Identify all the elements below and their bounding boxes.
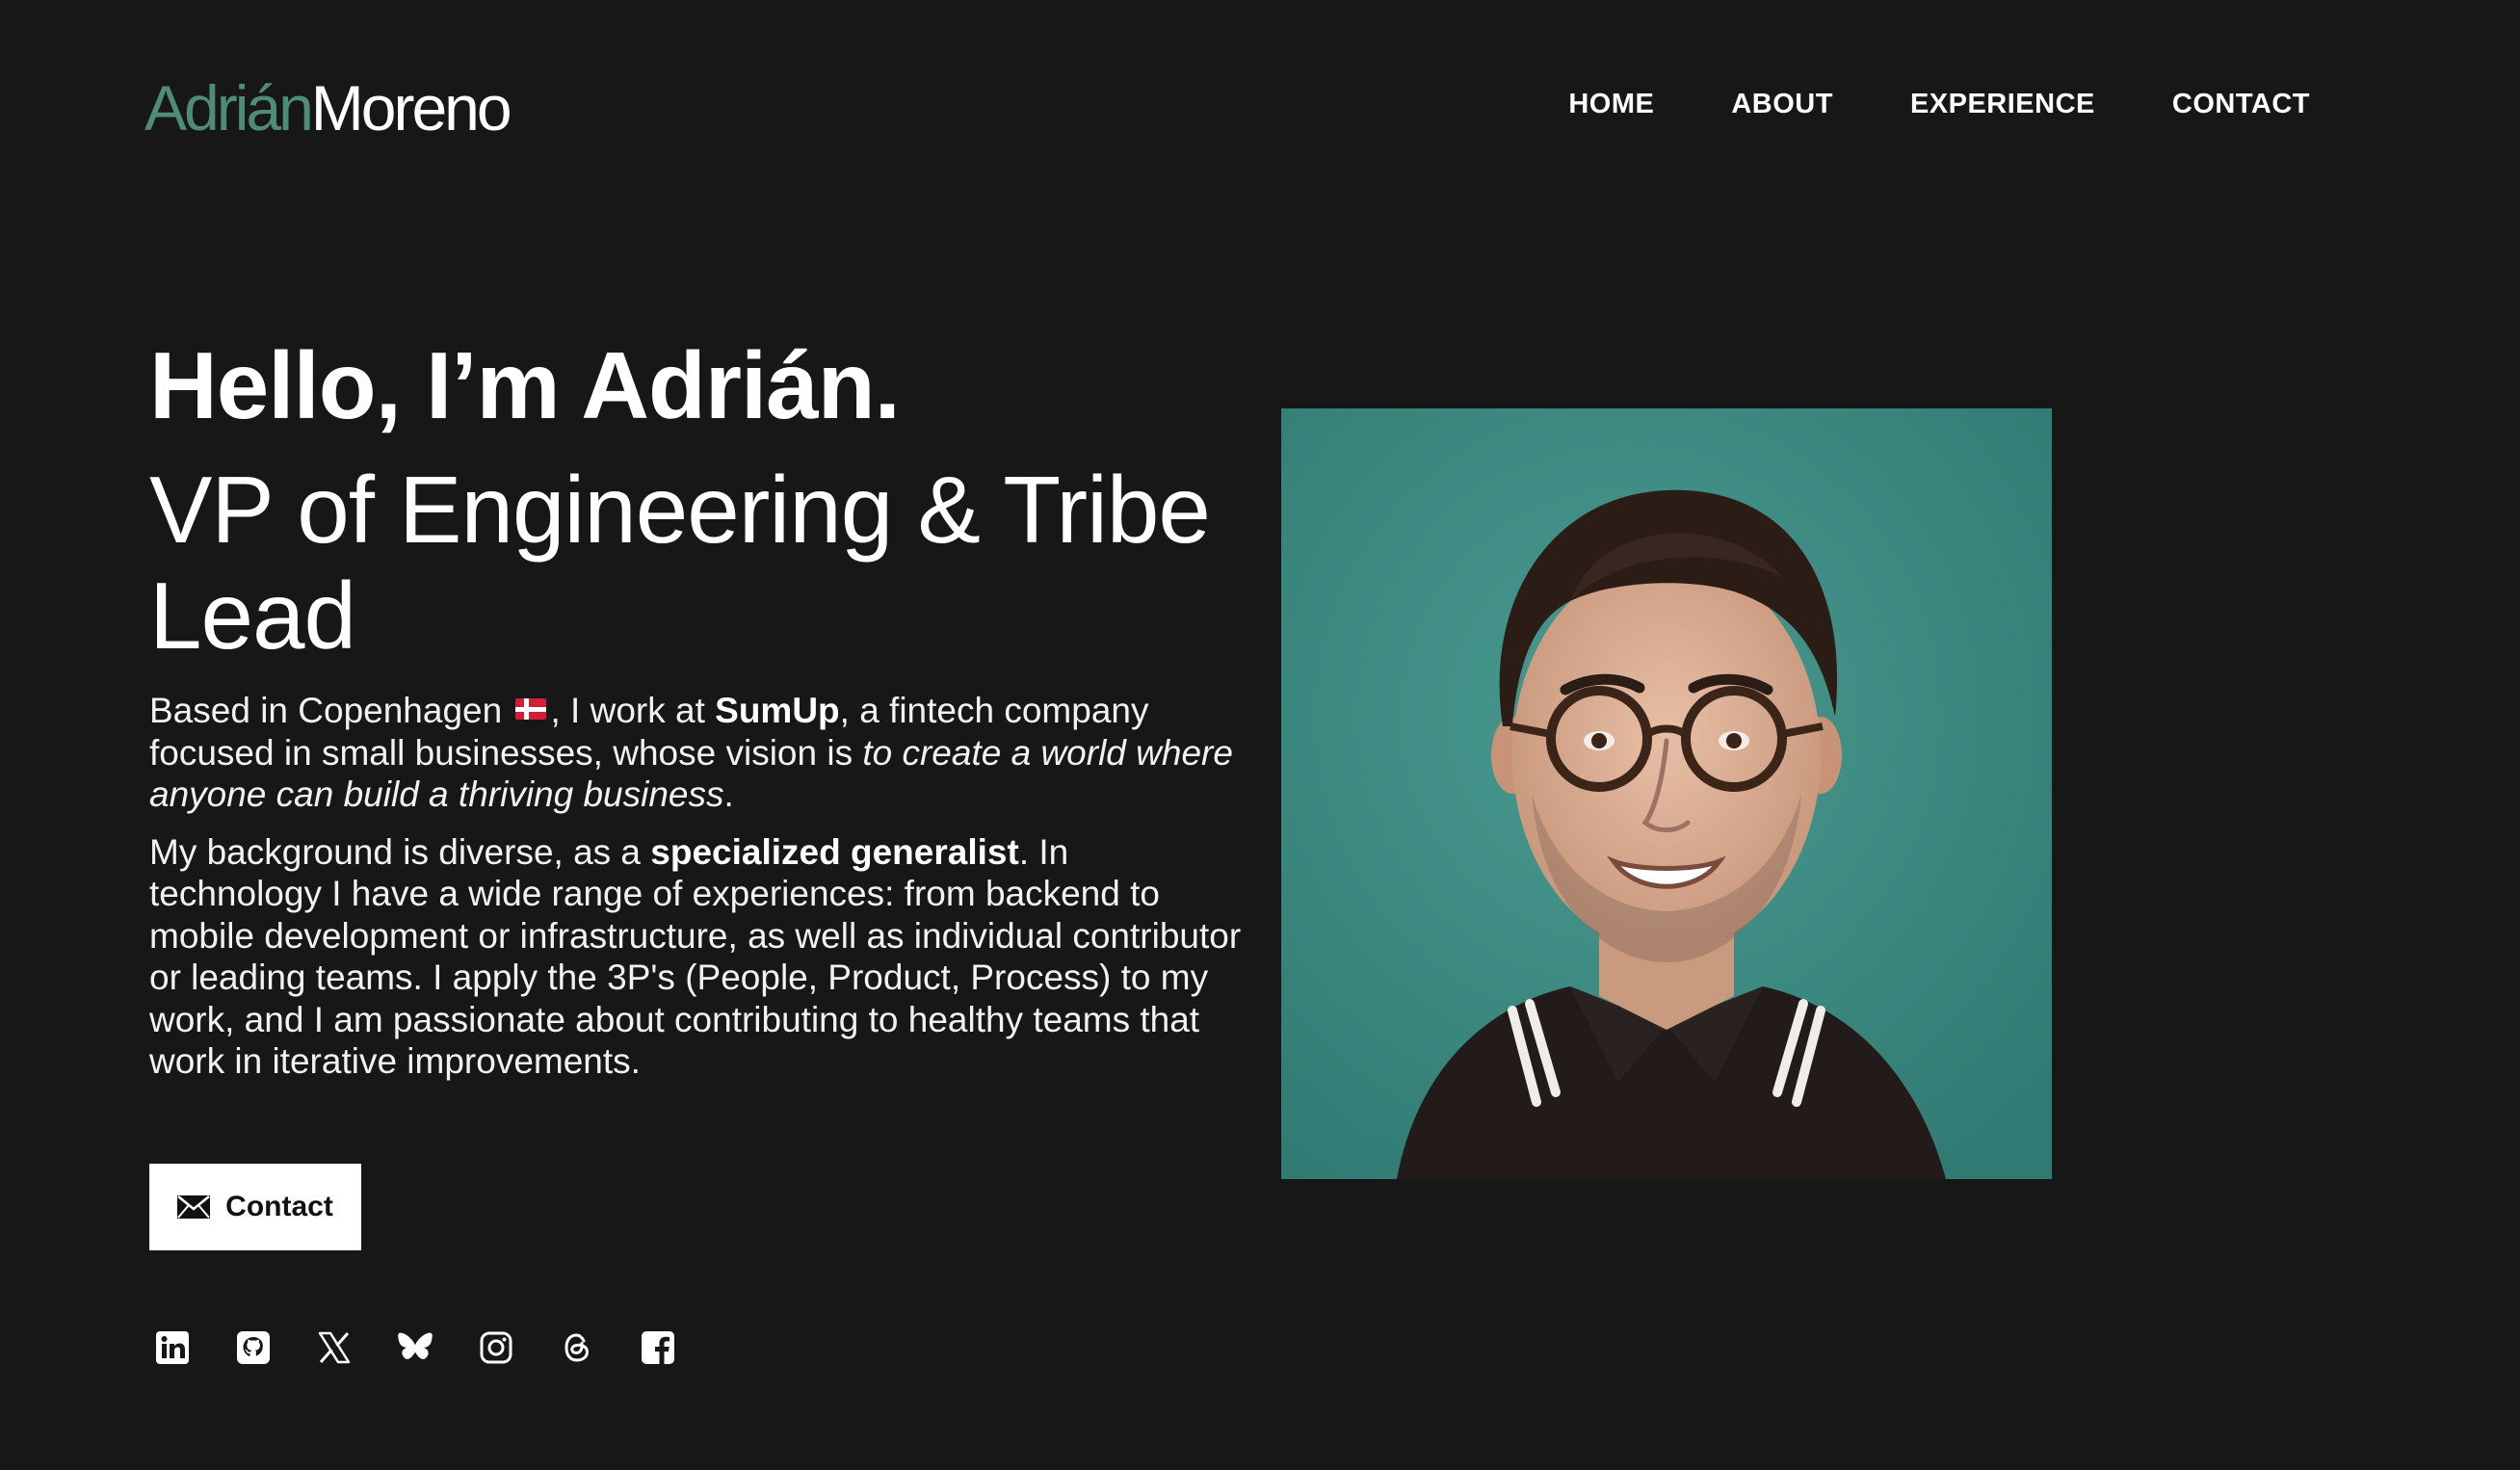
facebook-link[interactable] — [640, 1329, 676, 1366]
portrait-illustration — [1281, 408, 2052, 1179]
github-link[interactable] — [235, 1329, 272, 1366]
profile-photo — [1281, 408, 2052, 1179]
nav-home-link[interactable]: HOME — [1568, 85, 1654, 123]
x-icon — [318, 1331, 351, 1364]
denmark-flag-icon — [515, 698, 547, 720]
logo-last-name: Moreno — [310, 72, 512, 144]
threads-icon — [564, 1333, 590, 1362]
social-links — [154, 1329, 676, 1366]
company-name: SumUp — [715, 691, 840, 730]
bluesky-link[interactable] — [397, 1329, 433, 1366]
linkedin-icon — [156, 1331, 189, 1364]
nav-about-link[interactable]: ABOUT — [1731, 85, 1833, 123]
hero-greeting: Hello, I’m Adrián. — [149, 332, 901, 438]
hero-role: VP of Engineering & Tribe Lead — [149, 457, 1211, 669]
facebook-icon — [642, 1331, 674, 1364]
github-icon — [237, 1331, 270, 1364]
background-text-start: My background is diverse, as a — [149, 831, 651, 872]
contact-button[interactable]: Contact — [149, 1164, 361, 1250]
intro-text-work: , I work at — [550, 691, 716, 730]
site-logo[interactable]: AdriánMoreno — [144, 69, 512, 146]
x-link[interactable] — [316, 1329, 353, 1366]
site-header: AdriánMoreno HOME ABOUT EXPERIENCE CONTA… — [0, 0, 2520, 212]
specialized-generalist-highlight: specialized generalist — [650, 831, 1019, 872]
contact-button-label: Contact — [225, 1191, 333, 1222]
logo-first-name: Adrián — [144, 72, 314, 144]
main-nav: HOME ABOUT EXPERIENCE CONTACT — [1568, 85, 2310, 123]
envelope-icon — [177, 1195, 211, 1219]
intro-text-end: . — [723, 774, 734, 814]
background-paragraph: My background is diverse, as a specializ… — [149, 831, 1247, 1083]
intro-text-location: Based in Copenhagen — [149, 691, 503, 730]
hero-section: Hello, I’m Adrián. VP of Engineering & T… — [149, 328, 1247, 1083]
instagram-icon — [480, 1331, 512, 1364]
nav-contact-link[interactable]: CONTACT — [2172, 85, 2310, 123]
nav-experience-link[interactable]: EXPERIENCE — [1910, 85, 2095, 123]
intro-paragraph: Based in Copenhagen , I work at SumUp, a… — [149, 690, 1247, 816]
instagram-link[interactable] — [478, 1329, 514, 1366]
threads-link[interactable] — [559, 1329, 595, 1366]
bluesky-icon — [398, 1332, 433, 1359]
linkedin-link[interactable] — [154, 1329, 191, 1366]
